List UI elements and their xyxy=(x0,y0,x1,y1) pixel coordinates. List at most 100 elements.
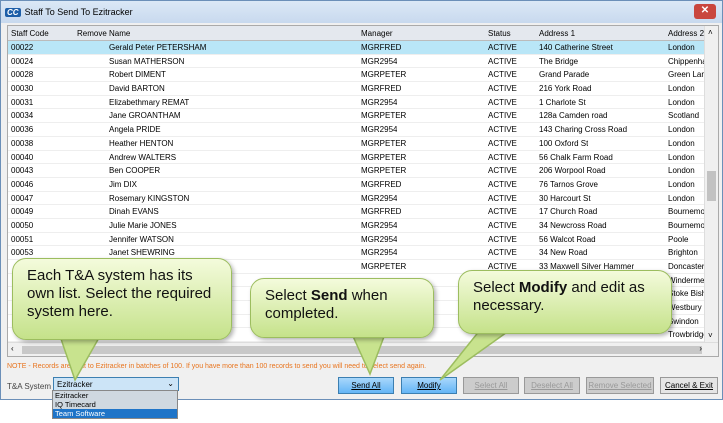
grid-header: Staff Code Remove Name Manager Status Address… xyxy=(8,26,718,41)
table-cell: 76 Tarnos Grove xyxy=(539,179,598,189)
table-cell: Ben COOPER xyxy=(109,166,161,176)
scroll-thumb-h[interactable] xyxy=(22,346,702,354)
table-cell: 00040 xyxy=(11,152,34,162)
horizontal-scrollbar[interactable]: ‹ › xyxy=(8,342,718,356)
table-row[interactable]: 00043 Ben COOPER MGRPETER ACTIVE 206 Worpool… xyxy=(8,164,718,178)
table-cell: 00050 xyxy=(11,220,34,230)
table-cell: 00038 xyxy=(11,138,34,148)
table-cell: ACTIVE xyxy=(488,97,517,107)
vertical-scrollbar[interactable]: ˄ ˅ xyxy=(704,26,718,342)
table-cell: Dinah EVANS xyxy=(109,207,159,217)
table-row[interactable]: 00031 Elizabethmary REMAT MGR2954 ACTIVE 1 C… xyxy=(8,96,718,110)
column-header[interactable]: Address 1 xyxy=(539,29,575,38)
table-cell: 140 Catherine Street xyxy=(539,43,613,52)
table-cell: ACTIVE xyxy=(488,193,517,203)
column-header[interactable]: Name xyxy=(109,29,130,38)
close-button[interactable]: ✕ xyxy=(694,4,716,19)
option-iq-timecard[interactable]: IQ Timecard xyxy=(53,400,177,409)
table-cell: MGRFRED xyxy=(361,179,402,189)
modify-button[interactable]: Modify xyxy=(401,377,457,394)
table-cell: 1 Charlote St xyxy=(539,97,586,107)
table-cell: Green Lane xyxy=(668,70,704,80)
table-row[interactable]: 00036 Angela PRIDE MGR2954 ACTIVE 143 Charin… xyxy=(8,123,718,137)
scroll-thumb[interactable] xyxy=(707,171,716,201)
table-cell: MGRPETER xyxy=(361,152,407,162)
column-header[interactable]: Staff Code xyxy=(11,29,49,38)
table-row[interactable]: 00051 Jennifer WATSON MGR2954 ACTIVE 56 Walc… xyxy=(8,233,718,247)
table-cell: MGRPETER xyxy=(361,70,407,80)
table-cell: London xyxy=(668,43,695,52)
table-cell: Chippenham xyxy=(668,56,704,66)
column-header[interactable]: Status xyxy=(488,29,511,38)
table-cell: Trowbridge xyxy=(668,330,704,340)
table-cell: 00031 xyxy=(11,97,34,107)
table-row[interactable]: 00047 Rosemary KINGSTON MGR2954 ACTIVE 30 Ha… xyxy=(8,192,718,206)
table-cell: ACTIVE xyxy=(488,234,517,244)
table-cell: 206 Worpool Road xyxy=(539,166,606,176)
scroll-left-icon[interactable]: ‹ xyxy=(11,344,14,353)
table-row[interactable]: 00022 Gerald Peter PETERSHAM MGRFRED ACTIVE… xyxy=(8,41,718,55)
table-row[interactable]: 00049 Dinah EVANS MGRFRED ACTIVE 17 Church R… xyxy=(8,205,718,219)
table-cell: Andrew WALTERS xyxy=(109,152,177,162)
table-row[interactable]: 00040 Andrew WALTERS MGRPETER ACTIVE 56 Chal… xyxy=(8,151,718,165)
callout-send: Select Send when completed. xyxy=(250,278,434,338)
table-row[interactable]: 00050 Julie Marie JONES MGR2954 ACTIVE 34 Ne… xyxy=(8,219,718,233)
callout-system: Each T&A system has its own list. Select… xyxy=(12,258,232,340)
table-cell: MGR2954 xyxy=(361,234,398,244)
table-cell: ACTIVE xyxy=(488,179,517,189)
table-row[interactable]: 00034 Jane GROANTHAM MGRPETER ACTIVE 128a Ca… xyxy=(8,109,718,124)
table-cell: 00049 xyxy=(11,207,34,217)
column-header[interactable]: Address 2 xyxy=(668,29,704,38)
column-header[interactable]: Remove xyxy=(77,29,107,38)
table-cell: 30 Harcourt St xyxy=(539,193,591,203)
table-cell: ACTIVE xyxy=(488,84,517,94)
scroll-up-icon[interactable]: ˄ xyxy=(708,28,713,37)
table-cell: London xyxy=(668,193,695,203)
table-cell: ACTIVE xyxy=(488,111,517,121)
send-all-button[interactable]: Send All xyxy=(338,377,394,394)
table-cell: 00022 xyxy=(11,43,34,52)
option-ezitracker[interactable]: Ezitracker xyxy=(53,391,177,400)
table-cell: Brighton xyxy=(668,248,698,258)
table-row[interactable]: 00046 Jim DIX MGRFRED ACTIVE 76 Tarnos Grove… xyxy=(8,178,718,192)
table-cell: 34 New Road xyxy=(539,248,588,258)
table-cell: 56 Chalk Farm Road xyxy=(539,152,613,162)
table-cell: ACTIVE xyxy=(488,220,517,230)
table-cell: London xyxy=(668,97,695,107)
scroll-right-icon[interactable]: › xyxy=(699,344,702,353)
table-cell: ACTIVE xyxy=(488,138,517,148)
table-row[interactable]: 00024 Susan MATHERSON MGR2954 ACTIVE The Bri… xyxy=(8,55,718,69)
scroll-down-icon[interactable]: ˅ xyxy=(708,331,713,340)
table-cell: Bournemouth xyxy=(668,207,704,217)
chevron-down-icon: ⌄ xyxy=(167,379,174,388)
table-cell: Jane GROANTHAM xyxy=(109,111,181,121)
ta-system-select[interactable]: Ezitracker ⌄ xyxy=(53,377,179,391)
table-cell: Heather HENTON xyxy=(109,138,174,148)
table-cell: 00024 xyxy=(11,56,34,66)
table-cell: MGR2954 xyxy=(361,97,398,107)
column-header[interactable]: Manager xyxy=(361,29,393,38)
table-cell: ACTIVE xyxy=(488,125,517,135)
table-cell: MGRFRED xyxy=(361,84,402,94)
option-team-software[interactable]: Team Software xyxy=(53,409,177,418)
ta-system-dropdown: Ezitracker IQ Timecard Team Software xyxy=(52,390,178,419)
cancel-exit-button[interactable]: Cancel & Exit xyxy=(660,377,718,394)
deselect-all-button[interactable]: Deselect All xyxy=(524,377,580,394)
table-cell: MGRPETER xyxy=(361,262,407,271)
table-row[interactable]: 00038 Heather HENTON MGRPETER ACTIVE 100 Oxf… xyxy=(8,137,718,151)
table-cell: Robert DIMENT xyxy=(109,70,166,80)
table-row[interactable]: 00028 Robert DIMENT MGRPETER ACTIVE Grand Pa… xyxy=(8,68,718,83)
callout-send-text: Select xyxy=(265,287,311,304)
remove-selected-button[interactable]: Remove Selected xyxy=(586,377,654,394)
table-cell: 00036 xyxy=(11,125,34,135)
table-cell: 100 Oxford St xyxy=(539,138,589,148)
select-all-button[interactable]: Select All xyxy=(463,377,519,394)
table-cell: MGRPETER xyxy=(361,111,407,121)
table-cell: 216 York Road xyxy=(539,84,592,94)
table-cell: MGR2954 xyxy=(361,220,398,230)
table-cell: 128a Camden road xyxy=(539,111,608,121)
table-row[interactable]: 00030 David BARTON MGRFRED ACTIVE 216 York R… xyxy=(8,82,718,96)
app-logo: CC xyxy=(5,7,21,17)
table-cell: ACTIVE xyxy=(488,166,517,176)
table-cell: Stoke Bish xyxy=(668,289,704,299)
